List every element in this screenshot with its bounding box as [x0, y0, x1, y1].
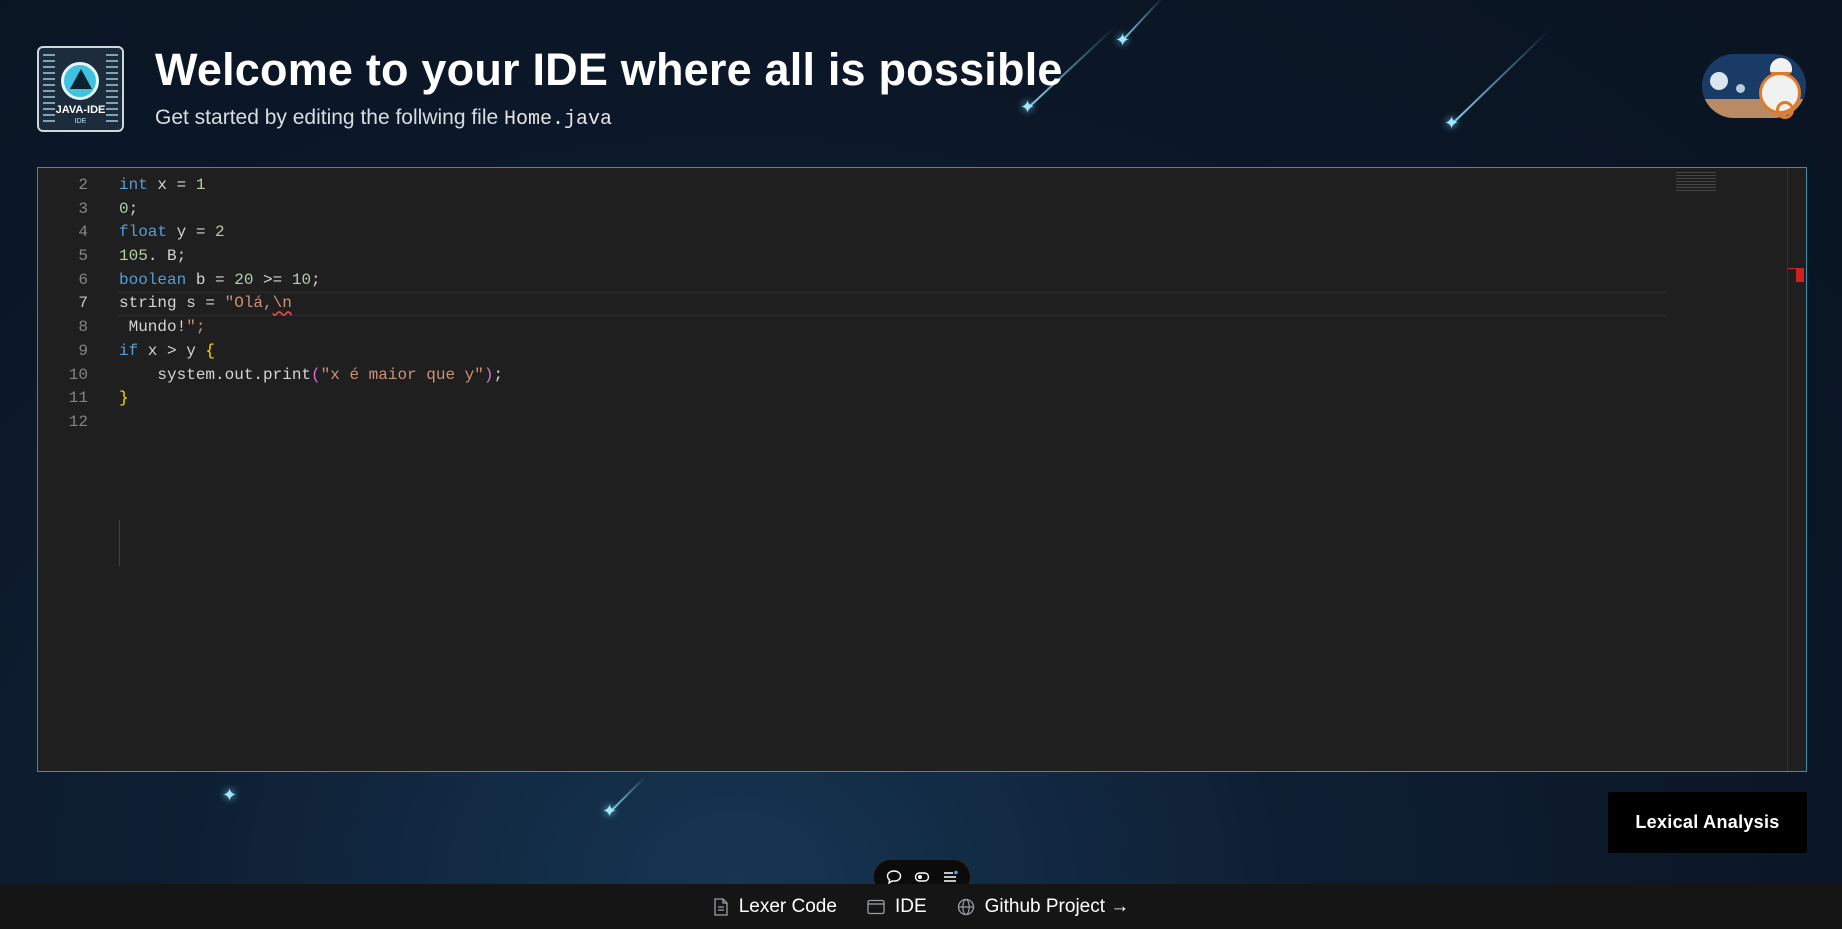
line-number: 7 [78, 294, 88, 313]
indent-guide [119, 520, 120, 566]
logo-label: JAVA-IDE [55, 104, 106, 116]
code-lines[interactable]: 2 int x = 1 3 0; 4 float y = 2 5 105. B; 6 boolea… [38, 174, 1806, 435]
subtitle-text: Get started by editing the follwing file [155, 106, 505, 129]
page-subtitle: Get started by editing the follwing file… [155, 106, 612, 131]
line-number: 5 [78, 247, 88, 266]
page-title: Welcome to your IDE where all is possibl… [155, 44, 1063, 95]
code-line[interactable]: 5 105. B; [38, 245, 1806, 269]
code-line[interactable]: 7 string s = "Olá,\n [38, 292, 1806, 316]
star-icon: ✦ [1115, 30, 1131, 50]
line-number: 12 [68, 412, 88, 431]
user-avatar[interactable] [1702, 54, 1806, 119]
code-text[interactable]: string s = "Olá,\n [119, 292, 292, 316]
app-logo: JAVA-IDE IDE [37, 46, 124, 132]
code-line[interactable]: 11} [38, 387, 1806, 411]
error-marker[interactable] [1796, 268, 1804, 282]
code-text[interactable]: boolean b = 20 >= 10; [119, 269, 321, 293]
line-number: 9 [78, 341, 88, 360]
toggle-icon[interactable] [914, 869, 930, 885]
line-number: 8 [78, 318, 88, 337]
code-text[interactable]: Mundo!"; [119, 316, 206, 340]
code-text[interactable]: 0; [119, 198, 138, 222]
file-icon [714, 897, 728, 916]
shooting-star [1451, 29, 1550, 125]
line-number: 4 [78, 223, 88, 242]
star-icon: ✦ [602, 801, 618, 821]
footer-link-ide[interactable]: IDE [867, 896, 927, 918]
code-line[interactable]: 10 system.out.print("x é maior que y"); [38, 364, 1806, 388]
lexical-analysis-button[interactable]: Lexical Analysis [1608, 792, 1807, 853]
logo-sub-label: IDE [74, 118, 87, 125]
moon-icon [1710, 72, 1728, 90]
star-icon: ✦ [222, 785, 238, 805]
code-text[interactable]: if x > y { [119, 340, 215, 364]
star-icon: ✦ [1444, 113, 1460, 133]
code-line[interactable]: 12 [38, 411, 1806, 435]
code-text[interactable]: 105. B; [119, 245, 186, 269]
footer: Lexer Code IDE Github Project → [0, 884, 1842, 929]
robot-icon [1757, 58, 1803, 119]
file-name: Home.java [504, 108, 613, 131]
code-text[interactable]: system.out.print("x é maior que y"); [119, 364, 503, 388]
line-number: 3 [78, 199, 88, 218]
line-number: 2 [78, 176, 88, 194]
footer-link-label: Github Project → [984, 895, 1130, 917]
footer-link-label: IDE [894, 895, 927, 917]
comment-icon[interactable] [886, 869, 902, 885]
globe-icon [957, 898, 974, 915]
code-text[interactable]: int x = 1 [119, 174, 205, 198]
code-line[interactable]: 9 if x > y { [38, 340, 1806, 364]
code-text[interactable]: } [119, 387, 129, 411]
code-editor[interactable]: 2 int x = 1 3 0; 4 float y = 2 5 105. B; 6 boolea… [37, 167, 1807, 772]
star-icon: ✦ [1020, 97, 1036, 117]
vertical-scrollbar[interactable] [1787, 168, 1788, 771]
window-icon [867, 899, 885, 914]
footer-link-label: Lexer Code [738, 895, 837, 917]
code-line[interactable]: 6 boolean b = 20 >= 10; [38, 269, 1806, 293]
planet-icon [1736, 84, 1745, 93]
error-marker [1788, 268, 1796, 269]
code-line[interactable]: 2 int x = 1 [38, 174, 1806, 198]
logo-triangle [70, 69, 92, 89]
code-text[interactable]: float y = 2 [119, 221, 225, 245]
minimap[interactable] [1676, 172, 1716, 192]
menu-list-icon[interactable] [942, 869, 958, 885]
code-line[interactable]: 4 float y = 2 [38, 221, 1806, 245]
code-line[interactable]: 3 0; [38, 198, 1806, 222]
line-number: 11 [68, 389, 88, 408]
footer-link-github-project[interactable]: Github Project → [957, 895, 1130, 918]
footer-link-lexer-code[interactable]: Lexer Code [713, 896, 837, 918]
line-number: 6 [78, 270, 88, 289]
code-line[interactable]: 8 Mundo!"; [38, 316, 1806, 340]
line-number: 10 [68, 365, 88, 384]
